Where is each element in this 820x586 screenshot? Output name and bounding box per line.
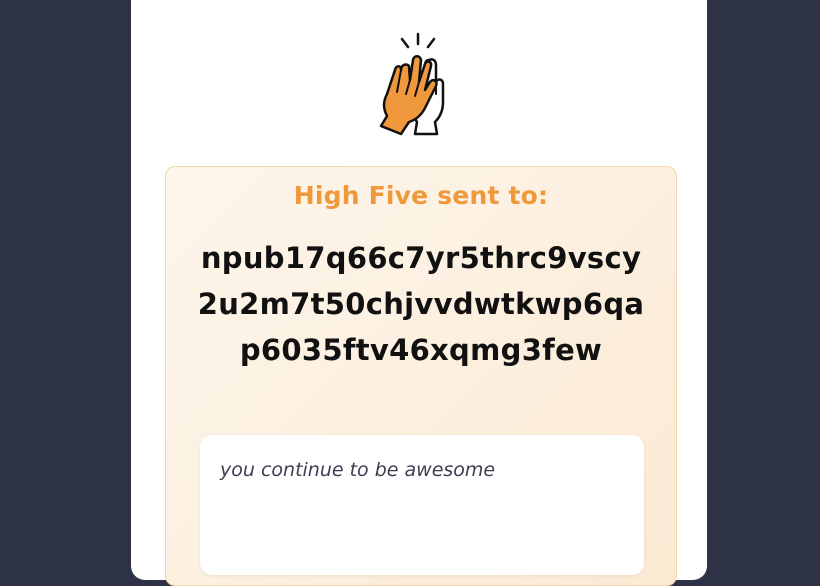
message-text: you continue to be awesome bbox=[220, 459, 496, 481]
recipient-npub: npub17q66c7yr5thrc9vscy2u2m7t50chjvvdwtk… bbox=[197, 241, 645, 367]
sent-panel: High Five sent to: npub17q66c7yr5thrc9vs… bbox=[165, 166, 677, 586]
sent-heading: High Five sent to: bbox=[293, 181, 549, 210]
high-five-hands-icon bbox=[373, 30, 467, 138]
high-five-card: High Five sent to: npub17q66c7yr5thrc9vs… bbox=[131, 0, 707, 586]
message-field[interactable]: you continue to be awesome bbox=[200, 435, 644, 575]
